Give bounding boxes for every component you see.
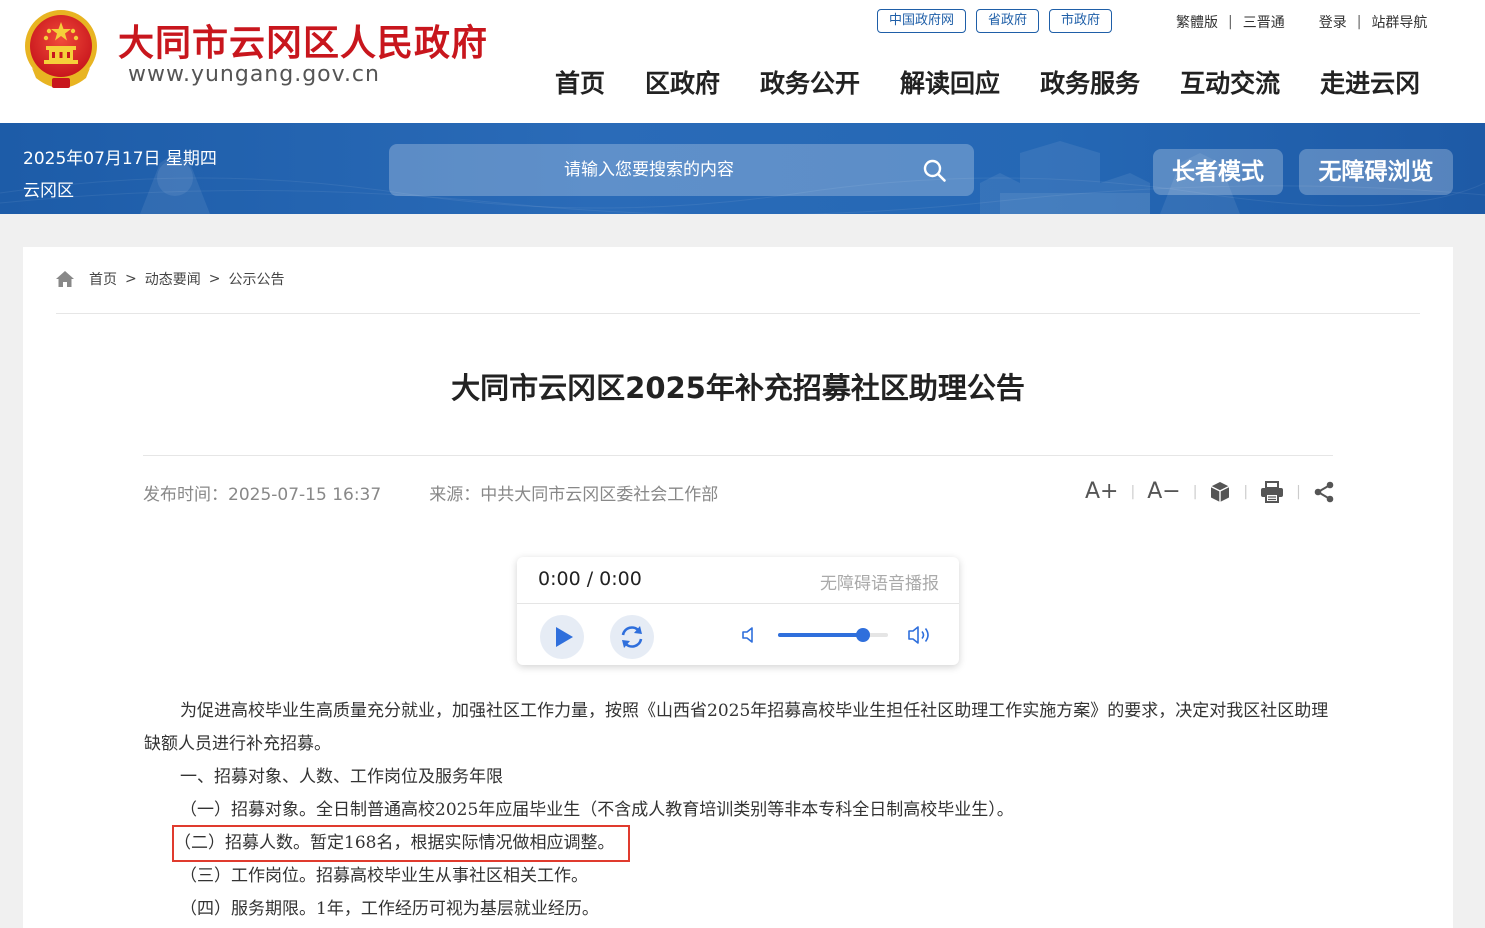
breadcrumb: 首页 > 动态要闻 > 公示公告 xyxy=(55,269,284,289)
nav-item-gov-services[interactable]: 政务服务 xyxy=(1040,64,1140,100)
tool-separator: | xyxy=(1192,483,1198,500)
top-link-province-gov[interactable]: 省政府 xyxy=(976,9,1040,33)
meta-gap xyxy=(381,480,429,505)
article-paragraph-highlighted: （二）招募人数。暂定168名，根据实际情况做相应调整。 xyxy=(144,825,1334,862)
article-paragraph: 为促进高校毕业生高质量充分就业，加强社区工作力量，按照《山西省2025年招募高校… xyxy=(144,701,1329,754)
breadcrumb-separator: > xyxy=(125,271,137,287)
breadcrumb-announcements[interactable]: 公示公告 xyxy=(228,269,284,289)
highlighted-text: （二）招募人数。暂定168名，根据实际情况做相应调整。 xyxy=(171,825,631,862)
top-links: 中国政府网 省政府 市政府 xyxy=(877,9,1113,33)
search-banner: 2025年07月17日 星期四 云冈区 长者模式 无障碍浏览 xyxy=(0,123,1485,214)
article-source: 来源：中共大同市云冈区委社会工作部 xyxy=(429,485,719,505)
site-header: 大同市云冈区人民政府 www.yungang.gov.cn 中国政府网 省政府 … xyxy=(0,0,1485,123)
site-url[interactable]: www.yungang.gov.cn xyxy=(128,62,380,87)
site-name[interactable]: 大同市云冈区人民政府 xyxy=(118,14,488,66)
article-card: 首页 > 动态要闻 > 公示公告 大同市云冈区2025年补充招募社区助理公告 发… xyxy=(23,247,1453,928)
font-increase-button[interactable]: A+ xyxy=(1085,479,1118,504)
breadcrumb-separator: > xyxy=(208,271,221,287)
util-separator: | xyxy=(1356,14,1362,30)
site-group-nav-link[interactable]: 站群导航 xyxy=(1371,12,1427,32)
article-title: 大同市云冈区2025年补充招募社区助理公告 xyxy=(451,371,1025,405)
utility-links: 繁體版 | 三晋通 登录 | 站群导航 xyxy=(1176,12,1427,32)
loop-icon xyxy=(621,626,643,648)
volume-low-icon[interactable] xyxy=(741,626,757,644)
util-separator: | xyxy=(1228,14,1233,30)
article-paragraph: 一、招募对象、人数、工作岗位及服务年限 xyxy=(180,767,503,787)
audio-time: 0:00 / 0:00 xyxy=(538,568,642,590)
play-icon xyxy=(556,627,573,647)
divider xyxy=(56,313,1420,314)
district-name: 云冈区 xyxy=(23,181,74,201)
article-tools: A+ | A− | | | xyxy=(1085,479,1335,504)
tool-separator: | xyxy=(1296,483,1301,500)
breadcrumb-news[interactable]: 动态要闻 xyxy=(145,269,201,289)
volume-slider[interactable] xyxy=(778,628,888,642)
volume-fill xyxy=(778,633,863,637)
article-body: 为促进高校毕业生高质量充分就业，加强社区工作力量，按照《山西省2025年招募高校… xyxy=(144,695,1334,926)
nav-item-gov-affairs-open[interactable]: 政务公开 xyxy=(760,64,860,100)
search-box xyxy=(389,144,974,196)
font-decrease-button[interactable]: A− xyxy=(1147,479,1180,504)
divider xyxy=(143,455,1333,456)
nav-item-district-gov[interactable]: 区政府 xyxy=(645,64,720,100)
audio-player-label: 无障碍语音播报 xyxy=(820,574,939,594)
play-button[interactable] xyxy=(540,615,584,659)
article-paragraph: （四）服务期限。1年，工作经历可视为基层就业经历。 xyxy=(180,899,599,919)
search-icon[interactable] xyxy=(922,158,947,183)
search-input[interactable] xyxy=(389,144,909,196)
volume-high-icon[interactable] xyxy=(907,624,933,646)
national-emblem-icon[interactable] xyxy=(22,8,100,92)
home-icon[interactable] xyxy=(55,270,75,288)
accessible-browse-button[interactable]: 无障碍浏览 xyxy=(1299,149,1453,195)
publish-time: 发布时间：2025-07-15 16:37 xyxy=(143,485,382,505)
top-link-city-gov[interactable]: 市政府 xyxy=(1049,9,1113,33)
volume-handle[interactable] xyxy=(855,628,870,642)
main-nav: 首页 区政府 政务公开 解读回应 政务服务 互动交流 走进云冈 xyxy=(555,64,1420,100)
article-paragraph: （一）招募对象。全日制普通高校2025年应届毕业生（不含成人教育培训类别等非本专… xyxy=(180,800,1014,820)
print-icon[interactable] xyxy=(1260,480,1284,503)
sanjintong-link[interactable]: 三晋通 xyxy=(1243,12,1285,32)
login-link[interactable]: 登录 xyxy=(1319,12,1347,32)
breadcrumb-home[interactable]: 首页 xyxy=(89,269,117,289)
tool-separator: | xyxy=(1243,483,1249,500)
loop-button[interactable] xyxy=(610,615,654,659)
nav-item-about-yungang[interactable]: 走进云冈 xyxy=(1320,64,1420,100)
player-divider xyxy=(517,603,959,604)
nav-item-interpretation[interactable]: 解读回应 xyxy=(900,64,1000,100)
tool-separator: | xyxy=(1130,483,1136,500)
article-meta: 发布时间：2025-07-15 16:37 来源：中共大同市云冈区委社会工作部 xyxy=(143,480,718,505)
audio-player: 0:00 / 0:00 无障碍语音播报 xyxy=(517,557,959,665)
current-date: 2025年07月17日 星期四 xyxy=(23,149,217,169)
article-paragraph: （三）工作岗位。招募高校毕业生从事社区相关工作。 xyxy=(180,866,588,886)
top-link-central-gov[interactable]: 中国政府网 xyxy=(877,9,967,33)
nav-item-interaction[interactable]: 互动交流 xyxy=(1180,64,1280,100)
nav-item-home[interactable]: 首页 xyxy=(555,64,605,100)
cube-icon[interactable] xyxy=(1209,481,1231,503)
elder-mode-button[interactable]: 长者模式 xyxy=(1153,149,1283,195)
share-icon[interactable] xyxy=(1313,481,1335,503)
traditional-chinese-link[interactable]: 繁體版 xyxy=(1176,12,1218,32)
